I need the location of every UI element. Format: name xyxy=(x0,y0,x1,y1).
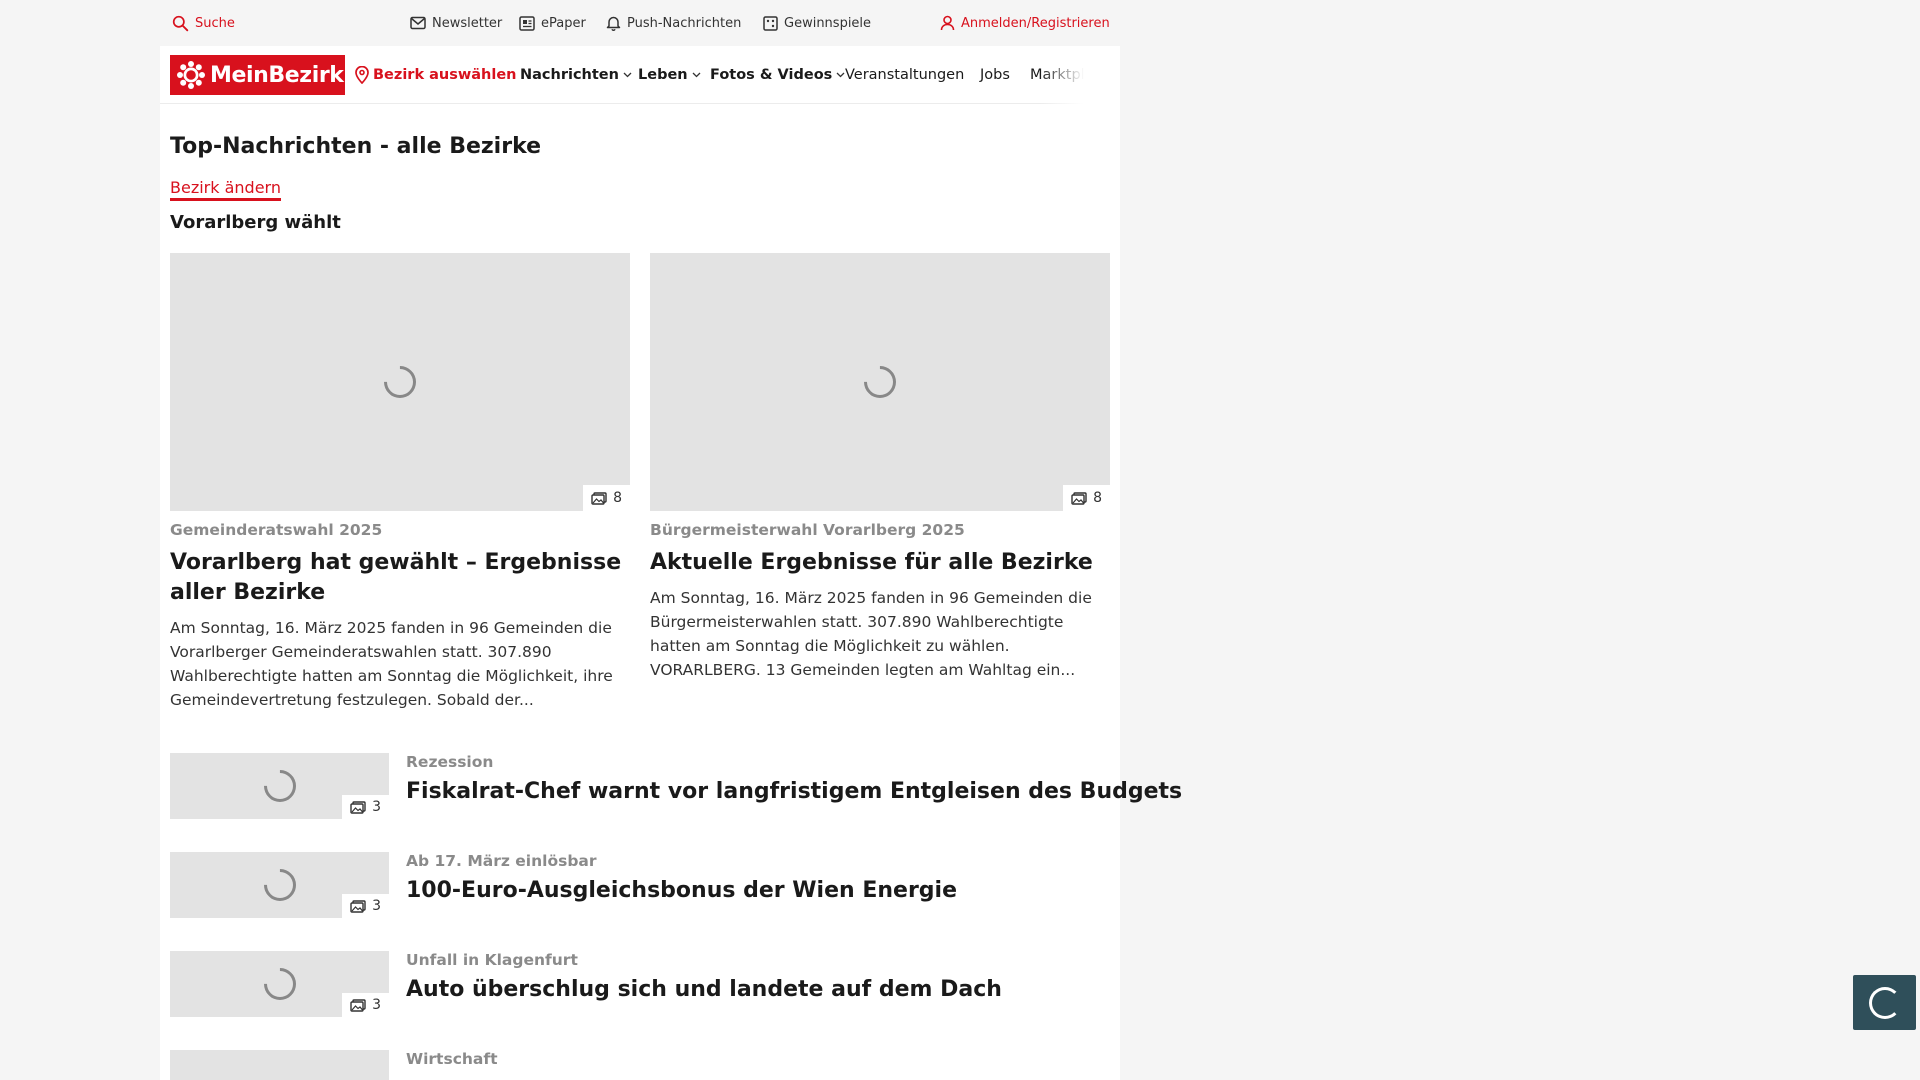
search-link[interactable]: Suche xyxy=(172,0,235,46)
article-kicker: Gemeinderatswahl 2025 xyxy=(170,521,383,539)
push-notifications-link[interactable]: Push-Nachrichten xyxy=(606,0,741,46)
article-thumbnail[interactable] xyxy=(170,1050,389,1080)
newspaper-icon xyxy=(519,15,535,31)
gallery-icon xyxy=(350,899,366,913)
chevron-down-icon xyxy=(623,72,632,78)
login-link[interactable]: Anmelden/Registrieren xyxy=(940,0,1110,46)
article-title[interactable]: 100-Euro-Ausgleichsbonus der Wien Energi… xyxy=(406,878,957,903)
search-label: Suche xyxy=(195,15,235,31)
image-count-badge: 3 xyxy=(342,993,389,1017)
article-teaser: Am Sonntag, 16. März 2025 fanden in 96 G… xyxy=(170,619,613,709)
nav-item-marktplatz[interactable]: Marktplatz xyxy=(1030,46,1107,104)
nav-item-leben[interactable]: Leben xyxy=(638,46,701,104)
nav-item-label: Leben xyxy=(638,67,688,83)
gallery-icon xyxy=(591,491,607,505)
article-image[interactable]: 8 xyxy=(650,253,1110,511)
search-icon xyxy=(172,15,189,31)
loading-spinner-icon xyxy=(257,763,303,809)
gewinnspiele-link[interactable]: Gewinnspiele xyxy=(763,0,871,46)
nav-item-label: Jobs xyxy=(980,67,1010,83)
nav-item-label: Marktplatz xyxy=(1030,67,1107,83)
gewinnspiele-label: Gewinnspiele xyxy=(784,15,872,31)
bezirk-select-button[interactable]: Bezirk auswählen xyxy=(355,46,517,104)
article-kicker: Bürgermeisterwahl Vorarlberg 2025 xyxy=(650,521,965,539)
article-list-item[interactable]: 3 Ab 17. März einlösbar 100-Euro-Ausglei… xyxy=(170,852,1110,922)
logo[interactable]: MeinBezirk xyxy=(170,55,345,95)
login-label: Anmelden/Registrieren xyxy=(961,15,1110,31)
newsletter-link[interactable]: Newsletter xyxy=(410,0,502,46)
nav-item-label: Fotos & Videos xyxy=(710,67,833,83)
image-count-badge: 3 xyxy=(342,894,389,918)
image-count: 3 xyxy=(372,799,381,815)
image-count: 8 xyxy=(613,490,622,506)
bell-icon xyxy=(606,16,621,31)
nav-item-label: Nachrichten xyxy=(520,67,619,83)
image-count-badge: 8 xyxy=(583,485,630,511)
nav-item-label: Veranstaltungen xyxy=(845,67,965,83)
article-thumbnail[interactable]: 3 xyxy=(170,951,389,1017)
nav-item-jobs[interactable]: Jobs xyxy=(980,46,1010,104)
article-title[interactable]: Fiskalrat-Chef warnt vor langfristigem E… xyxy=(406,779,1182,804)
change-bezirk-link[interactable]: Bezirk ändern xyxy=(170,178,281,201)
article-kicker: Unfall in Klagenfurt xyxy=(406,951,578,969)
image-count: 3 xyxy=(372,997,381,1013)
loading-indicator-button[interactable] xyxy=(1853,975,1916,1030)
main-navigation: MeinBezirk Bezirk auswählen Nachrichten … xyxy=(160,46,1120,104)
epaper-label: ePaper xyxy=(541,15,586,31)
article-kicker: Rezession xyxy=(406,753,494,771)
article-kicker: Ab 17. März einlösbar xyxy=(406,852,597,870)
loading-spinner-icon xyxy=(857,359,903,405)
image-count-badge: 3 xyxy=(342,795,389,819)
image-count-badge: 8 xyxy=(1063,485,1110,511)
prize-icon xyxy=(763,15,778,31)
feature-article[interactable]: 8 Bürgermeisterwahl Vorarlberg 2025 Aktu… xyxy=(650,253,1110,682)
bezirk-select-label: Bezirk auswählen xyxy=(373,67,517,83)
nav-item-fotos-videos[interactable]: Fotos & Videos xyxy=(710,46,845,104)
article-title[interactable]: Vorarlberg hat gewählt – Ergebnisse alle… xyxy=(170,548,630,608)
user-icon xyxy=(940,15,955,31)
article-title[interactable]: Auto überschlug sich und landete auf dem… xyxy=(406,977,1002,1002)
loading-spinner-icon xyxy=(257,961,303,1007)
push-label: Push-Nachrichten xyxy=(627,15,742,31)
utility-bar: Suche Newsletter ePaper Push-Nachrichten… xyxy=(160,0,1120,46)
article-thumbnail[interactable]: 3 xyxy=(170,852,389,918)
loading-spinner-icon xyxy=(257,862,303,908)
gallery-icon xyxy=(350,800,366,814)
gallery-icon xyxy=(350,998,366,1012)
nav-item-veranstaltungen[interactable]: Veranstaltungen xyxy=(845,46,964,104)
logo-text: MeinBezirk xyxy=(210,62,344,88)
feature-article[interactable]: 8 Gemeinderatswahl 2025 Vorarlberg hat g… xyxy=(170,253,630,712)
chevron-down-icon xyxy=(692,72,701,78)
article-list-item[interactable]: 3 Unfall in Klagenfurt Auto überschlug s… xyxy=(170,951,1110,1021)
logo-sun-icon xyxy=(177,61,205,89)
article-list-item[interactable]: Wirtschaft xyxy=(170,1050,1110,1080)
page: Suche Newsletter ePaper Push-Nachrichten… xyxy=(160,0,1182,1080)
nav-item-nachrichten[interactable]: Nachrichten xyxy=(520,46,632,104)
article-image[interactable]: 8 xyxy=(170,253,630,511)
image-count: 8 xyxy=(1093,490,1102,506)
article-teaser: Am Sonntag, 16. März 2025 fanden in 96 G… xyxy=(650,589,1092,679)
location-pin-icon xyxy=(355,66,369,84)
mail-icon xyxy=(410,16,426,30)
newsletter-label: Newsletter xyxy=(432,15,503,31)
loading-ring-icon xyxy=(1868,986,1901,1019)
page-title: Top-Nachrichten - alle Bezirke xyxy=(170,134,542,159)
article-thumbnail[interactable]: 3 xyxy=(170,753,389,819)
epaper-link[interactable]: ePaper xyxy=(519,0,586,46)
gallery-icon xyxy=(1071,491,1087,505)
image-count: 3 xyxy=(372,898,381,914)
chevron-down-icon xyxy=(836,72,845,78)
article-list-item[interactable]: 3 Rezession Fiskalrat-Chef warnt vor lan… xyxy=(170,753,1182,823)
loading-spinner-icon xyxy=(377,359,423,405)
article-title[interactable]: Aktuelle Ergebnisse für alle Bezirke xyxy=(650,548,1110,578)
section-title: Vorarlberg wählt xyxy=(170,212,341,233)
article-kicker: Wirtschaft xyxy=(406,1050,498,1068)
